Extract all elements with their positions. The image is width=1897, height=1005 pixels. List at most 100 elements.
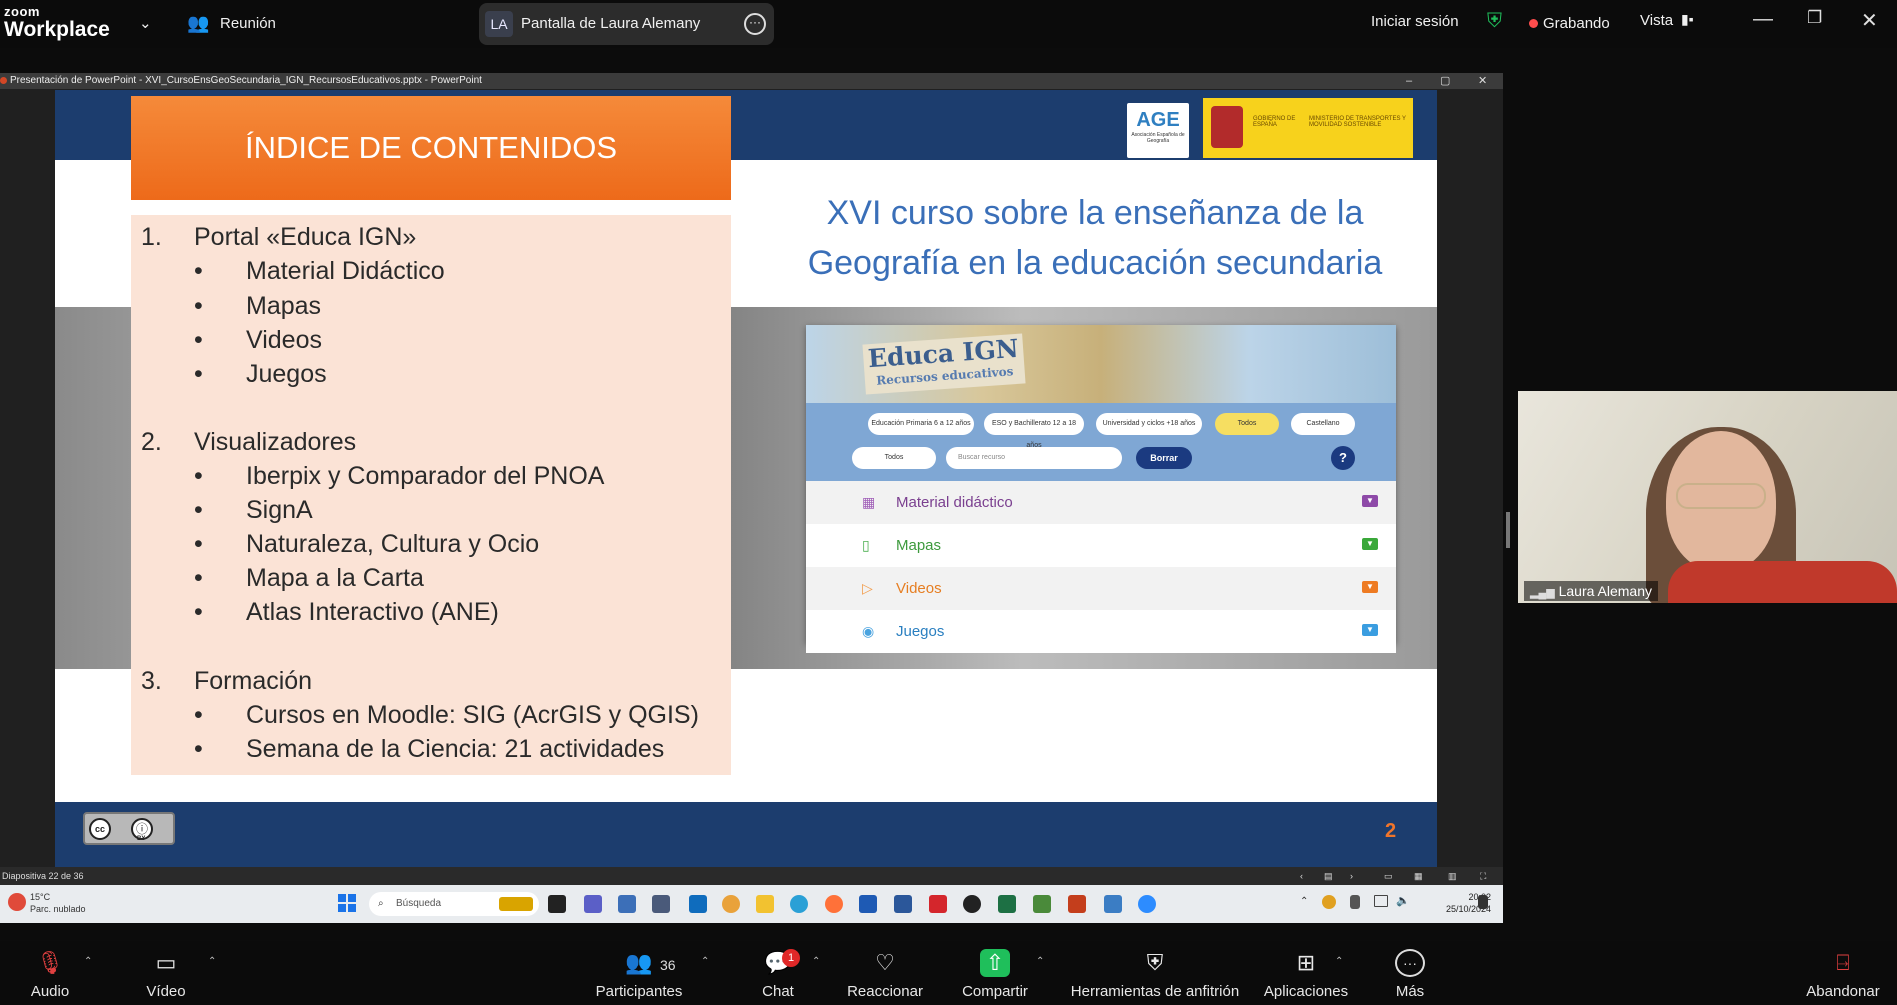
chat-badge: 1 — [782, 949, 800, 967]
category-select[interactable]: Todos — [852, 447, 936, 469]
split-drag-handle[interactable] — [1506, 512, 1510, 548]
chat-button[interactable]: 💬 Chat — [748, 941, 808, 1000]
prev-slide-icon[interactable]: ‹ — [1300, 867, 1303, 885]
language-select[interactable]: Castellano — [1291, 413, 1355, 435]
ppt-status-bar: Diapositiva 22 de 36 ‹ ▤ › ▭ ▦ ▥ ⛶ — [0, 867, 1503, 885]
filter-universidad[interactable]: Universidad y ciclos +18 años — [1096, 413, 1202, 435]
filter-primaria[interactable]: Educación Primaria 6 a 12 años — [868, 413, 974, 435]
app-icon[interactable] — [859, 895, 877, 913]
next-slide-icon[interactable]: › — [1350, 867, 1353, 885]
help-icon[interactable]: ? — [1331, 446, 1355, 470]
row-videos[interactable]: ▷ Videos ▼ — [806, 567, 1396, 610]
list-item: Semana de la Ciencia: 21 actividades — [246, 735, 665, 763]
bullet: • — [194, 496, 203, 524]
restore-icon[interactable]: ❐ — [1807, 8, 1822, 28]
reading-view-icon[interactable]: ▥ — [1448, 867, 1457, 885]
audio-caret-icon[interactable]: ⌃ — [84, 956, 92, 967]
screen-share-pill[interactable]: LA Pantalla de Laura Alemany ··· — [479, 3, 774, 45]
teams-icon[interactable] — [584, 895, 602, 913]
taskbar-search[interactable]: ⌕ Búsqueda — [369, 892, 539, 916]
slideshow-icon[interactable]: ⛶ — [1480, 867, 1486, 885]
shared-powerpoint-window: Presentación de PowerPoint - XVI_CursoEn… — [0, 73, 1503, 923]
close-icon[interactable]: ✕ — [1861, 8, 1878, 33]
bullet: • — [194, 257, 203, 285]
volume-icon[interactable]: 🔈 — [1396, 895, 1410, 907]
chevron-up-icon[interactable]: ⌃ — [1300, 896, 1312, 908]
weather-temp: 15°C — [30, 892, 51, 902]
more-button[interactable]: ··· Más — [1380, 941, 1440, 1000]
participants-caret-icon[interactable]: ⌃ — [701, 956, 709, 967]
recording-label[interactable]: Grabando — [1543, 15, 1610, 32]
slide-main-title: XVI curso sobre la enseñanza de la Geogr… — [755, 188, 1435, 288]
chrome-icon[interactable] — [722, 895, 740, 913]
host-tools-button[interactable]: ⛨ Herramientas de anfitrión — [1062, 941, 1248, 1000]
sorter-view-icon[interactable]: ▦ — [1414, 867, 1423, 885]
chevron-down-icon[interactable]: ▼ — [1362, 538, 1378, 550]
video-button[interactable]: ▭ Vídeo — [136, 941, 196, 1000]
row-mapas[interactable]: ▯ Mapas ▼ — [806, 524, 1396, 567]
search-input[interactable]: Buscar recurso — [946, 447, 1122, 469]
more-label: Más — [1395, 983, 1425, 1000]
app-icon[interactable] — [652, 895, 670, 913]
row-juegos[interactable]: ◉ Juegos ▼ — [806, 610, 1396, 653]
clear-button[interactable]: Borrar — [1136, 447, 1192, 469]
acrobat-icon[interactable] — [929, 895, 947, 913]
audio-button[interactable]: 🎙 Audio — [20, 941, 80, 1000]
normal-view-icon[interactable]: ▭ — [1384, 867, 1393, 885]
app-icon[interactable] — [1033, 895, 1051, 913]
more-options-icon[interactable]: ··· — [744, 13, 766, 35]
app-icon[interactable] — [894, 895, 912, 913]
host-tools-label: Herramientas de anfitrión — [1070, 983, 1240, 1000]
index-title: ÍNDICE DE CONTENIDOS — [131, 96, 731, 200]
media-player-icon[interactable] — [963, 895, 981, 913]
signin-link[interactable]: Iniciar sesión — [1371, 13, 1459, 30]
ppt-close-icon[interactable]: ✕ — [1478, 73, 1487, 89]
chevron-down-icon[interactable]: ▼ — [1362, 624, 1378, 636]
view-menu[interactable]: Vista — [1640, 12, 1673, 29]
mic-tray-icon[interactable] — [1350, 895, 1360, 909]
powerpoint-taskbar-icon[interactable] — [1068, 895, 1086, 913]
snipping-icon[interactable] — [1104, 895, 1122, 913]
react-button[interactable]: ♡ Reaccionar — [840, 941, 930, 1000]
app-icon[interactable] — [618, 895, 636, 913]
network-icon[interactable] — [1374, 895, 1388, 907]
file-explorer-icon[interactable] — [756, 895, 774, 913]
apps-caret-icon[interactable]: ⌃ — [1335, 956, 1343, 967]
list-item: Juegos — [246, 360, 327, 388]
firefox-icon[interactable] — [825, 895, 843, 913]
section-3-title: Formación — [194, 667, 313, 695]
edge-icon[interactable] — [790, 895, 808, 913]
zoom-top-bar: zoom Workplace ⌄ 👥 Reunión LA Pantalla d… — [0, 0, 1897, 48]
excel-icon[interactable] — [998, 895, 1016, 913]
participant-video-tile[interactable]: ▂▄▆ Laura Alemany — [1518, 391, 1897, 603]
ppt-restore-icon[interactable]: ▢ — [1440, 73, 1450, 89]
row-material[interactable]: ▦ Material didáctico ▼ — [806, 481, 1396, 524]
zoom-taskbar-icon[interactable] — [1138, 895, 1156, 913]
filter-eso[interactable]: ESO y Bachillerato 12 a 18 años — [984, 413, 1084, 449]
windows-start-icon[interactable] — [338, 894, 356, 912]
video-caret-icon[interactable]: ⌃ — [208, 956, 216, 967]
shield-check-icon[interactable]: ⛨ — [1487, 10, 1502, 33]
chevron-down-icon[interactable]: ▼ — [1362, 495, 1378, 507]
outlook-icon[interactable] — [689, 895, 707, 913]
view-layout-icon[interactable]: ▮▪ — [1681, 11, 1694, 28]
task-view-icon[interactable] — [548, 895, 566, 913]
leave-button[interactable]: ⍈ Abandonar — [1800, 941, 1886, 1000]
filter-todos[interactable]: Todos — [1215, 413, 1279, 435]
chevron-down-icon[interactable]: ▼ — [1362, 581, 1378, 593]
notifications-icon[interactable] — [1478, 895, 1488, 909]
share-button[interactable]: ⇧ Compartir — [952, 941, 1038, 1000]
slide-menu-icon[interactable]: ▤ — [1324, 867, 1333, 885]
apps-button[interactable]: ⊞ Aplicaciones — [1258, 941, 1354, 1000]
share-caret-icon[interactable]: ⌃ — [1036, 956, 1044, 967]
minimize-icon[interactable]: — — [1753, 8, 1773, 31]
chat-caret-icon[interactable]: ⌃ — [812, 956, 820, 967]
weather-icon[interactable] — [8, 893, 26, 911]
weather-widget[interactable]: 15°C Parc. nublado — [30, 891, 86, 915]
tray-icon[interactable] — [1322, 895, 1336, 909]
chevron-down-icon[interactable]: ⌄ — [139, 14, 152, 32]
shield-icon: ⛨ — [1146, 950, 1164, 975]
ppt-minimize-icon[interactable]: – — [1406, 73, 1412, 89]
section-1-title: Portal «Educa IGN» — [194, 223, 417, 251]
meeting-label[interactable]: Reunión — [220, 15, 276, 32]
